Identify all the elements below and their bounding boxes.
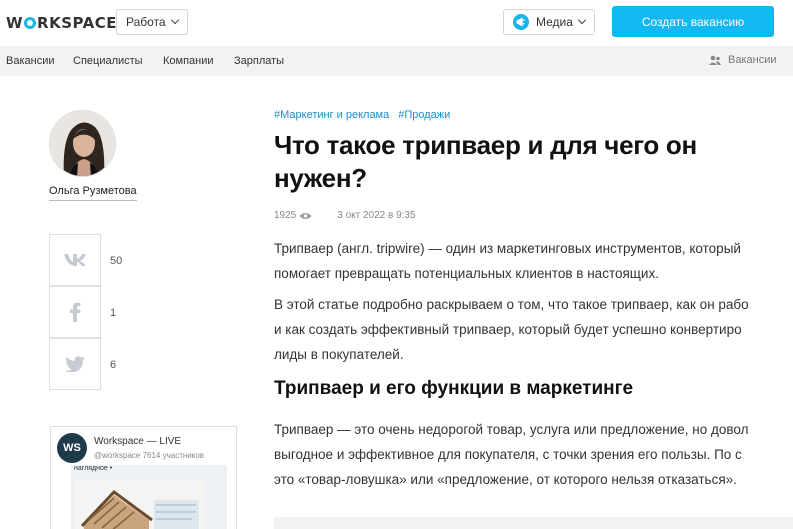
nav-right-label: Вакансии [728, 54, 777, 66]
create-vacancy-button[interactable]: Создать вакансию [612, 6, 774, 37]
workspace-logo[interactable]: W RKSPACE [6, 14, 117, 32]
share-facebook-count: 1 [110, 307, 117, 319]
article-tags: #Маркетинг и реклама #Продажи [274, 109, 459, 121]
logo-ring-icon [24, 17, 37, 29]
paragraph-line: помогает превращать потенциальных клиент… [274, 266, 659, 281]
tag-sales[interactable]: #Продажи [398, 109, 450, 121]
media-dropdown-button[interactable]: Медиа [503, 9, 595, 35]
chevron-down-icon [577, 15, 587, 25]
article-meta: 1925 3 окт 2022 в 9:35 [274, 210, 416, 221]
widget-title: Workspace — LIVE [94, 436, 182, 447]
nav-item-specialists[interactable]: Специалисты [73, 55, 143, 67]
media-label: Медиа [536, 15, 573, 29]
nav-vacancies-switch[interactable]: Вакансии [708, 54, 777, 66]
content-block-placeholder [274, 517, 793, 529]
nav-item-salaries[interactable]: Зарплаты [234, 55, 284, 67]
paragraph-line: В этой статье подробно раскрываем о том,… [274, 297, 749, 312]
widget-subtitle: @workspace 7614 участников [94, 451, 205, 460]
widget-post-caption: наглядное • [74, 465, 113, 472]
nav-item-companies[interactable]: Компании [163, 55, 214, 67]
workspace-live-widget[interactable]: WS Workspace — LIVE @workspace 7614 учас… [50, 426, 237, 529]
work-label: Работа [126, 15, 166, 29]
article-title-line: Что такое трипваер и для чего он [274, 130, 697, 160]
article-title: Что такое трипваер и для чего он нужен? [274, 129, 793, 195]
share-vk-button[interactable] [49, 234, 101, 286]
paragraph-line: и как создать эффективный трипваер, кото… [274, 322, 742, 337]
work-dropdown-button[interactable]: Работа [116, 9, 188, 35]
widget-logo: WS [57, 433, 87, 463]
share-vk-count: 50 [110, 255, 123, 267]
twitter-icon [65, 356, 85, 372]
views-count: 1925 [274, 210, 297, 221]
facebook-icon [70, 302, 81, 322]
eye-icon [299, 212, 312, 219]
author-name[interactable]: Ольга Рузметова [49, 185, 137, 201]
chevron-down-icon [170, 15, 179, 25]
article-paragraph-2: В этой статье подробно раскрываем о том,… [274, 292, 793, 367]
people-icon [709, 55, 721, 65]
paragraph-line: выгодное и эффективное для покупателя, с… [274, 447, 742, 462]
avatar[interactable] [49, 110, 116, 177]
share-facebook-button[interactable] [49, 286, 101, 338]
tag-marketing[interactable]: #Маркетинг и реклама [274, 109, 389, 121]
widget-post: наглядное • [71, 465, 227, 529]
paragraph-line: это «товар-ловушка» или «предложение, от… [274, 472, 737, 487]
house-drawing-image [74, 480, 204, 529]
share-twitter-button[interactable] [49, 338, 101, 390]
article-paragraph-1: Трипваер (англ. tripwire) — один из марк… [274, 236, 793, 286]
paragraph-line: Трипваер — это очень недорогой товар, ус… [274, 422, 749, 437]
nav-item-vacancies[interactable]: Вакансии [6, 55, 55, 67]
paragraph-line: лиды в покупателей. [274, 347, 404, 362]
share-twitter-count: 6 [110, 359, 117, 371]
main-nav: Вакансии Специалисты Компании Зарплаты В… [0, 46, 793, 76]
logo-text-left: W [6, 14, 24, 32]
megaphone-icon [513, 14, 529, 30]
top-header: W RKSPACE Работа Медиа Создать вакансию [0, 0, 793, 46]
publish-date: 3 окт 2022 в 9:35 [337, 210, 416, 221]
vk-icon [64, 254, 86, 266]
section-heading: Трипваер и его функции в маркетинге [274, 378, 634, 399]
logo-text-right: RKSPACE [37, 14, 118, 32]
paragraph-line: Трипваер (англ. tripwire) — один из марк… [274, 241, 741, 256]
article-title-line: нужен? [274, 163, 367, 193]
article-paragraph-3: Трипваер — это очень недорогой товар, ус… [274, 417, 793, 492]
